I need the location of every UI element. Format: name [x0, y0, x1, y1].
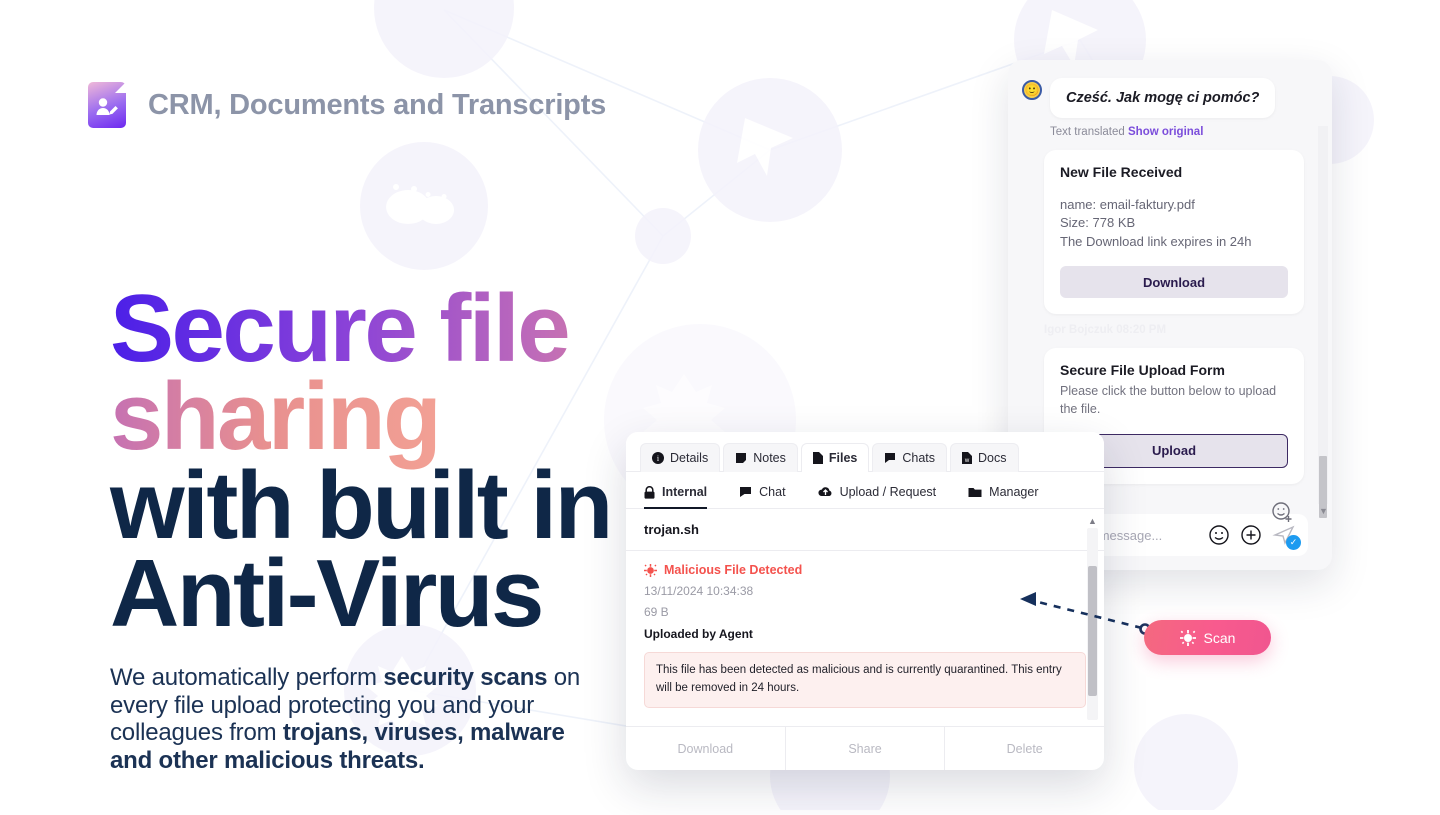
subhead-text-1: We automatically perform — [110, 664, 384, 692]
download-action[interactable]: Download — [626, 727, 785, 770]
dashed-connector-arrow — [990, 575, 1170, 660]
tab-files-label: Files — [828, 451, 858, 465]
file-card-expiry: The Download link expires in 24h — [1060, 233, 1252, 249]
tab-chats-label: Chats — [902, 451, 936, 465]
file-name: trojan.sh — [626, 509, 1104, 551]
tab-chats[interactable]: Chats — [872, 443, 948, 472]
virus-icon — [1179, 629, 1196, 646]
file-received-card: New File Received name: email-faktury.pd… — [1044, 150, 1304, 315]
translation-notice: Text translated Show original — [1050, 126, 1318, 138]
check-badge-icon: ✓ — [1286, 535, 1301, 550]
headline-line-1: Secure file sharing — [110, 275, 571, 471]
scan-button[interactable]: Scan — [1144, 620, 1271, 655]
plus-circle-icon[interactable] — [1240, 524, 1262, 546]
smiley-avatar-icon: 🙂 — [1022, 80, 1042, 100]
document-person-edit-icon — [88, 82, 126, 128]
svg-text:w: w — [964, 458, 970, 464]
upload-card-title: Secure File Upload Form — [1060, 362, 1225, 379]
brand-row: CRM, Documents and Transcripts — [88, 82, 606, 128]
subtab-chat[interactable]: Chat — [739, 485, 786, 508]
incoming-message-row: 🙂 Cześć. Jak mogę ci pomóc? — [1008, 78, 1318, 118]
tab-docs[interactable]: w Docs — [950, 443, 1019, 472]
chat-scrollbar-track[interactable] — [1318, 126, 1328, 504]
message-sender-timestamp: Igor Bojczuk 08:20 PM — [1044, 324, 1167, 337]
chat-scrollbar[interactable]: ▼ — [1318, 126, 1328, 518]
subtab-manager-label: Manager — [989, 485, 1039, 499]
tab-details-label: Details — [670, 451, 709, 465]
subhead-bold-1: security scans — [383, 664, 548, 692]
file-card-title: New File Received — [1060, 164, 1183, 180]
subtab-internal-label: Internal — [662, 485, 708, 499]
primary-tab-strip: i Details Notes Files Chats w Docs — [626, 432, 1104, 472]
secondary-tab-strip: Internal Chat Upload / Request Manager — [626, 472, 1104, 509]
delete-action[interactable]: Delete — [944, 727, 1104, 770]
tab-files[interactable]: Files — [800, 443, 870, 472]
quarantine-warning: This file has been detected as malicious… — [644, 652, 1086, 708]
hero-subheadline: We automatically perform security scans … — [110, 664, 610, 774]
file-card-name: name: email-faktury.pdf — [1060, 197, 1195, 212]
page-title: CRM, Documents and Transcripts — [148, 88, 607, 121]
show-original-link[interactable]: Show original — [1128, 126, 1203, 138]
translated-label: Text translated — [1050, 126, 1125, 138]
emoji-icon[interactable] — [1208, 524, 1230, 546]
status-label: Malicious File Detected — [664, 563, 803, 577]
add-reaction-icon[interactable] — [1270, 500, 1296, 526]
subtab-internal[interactable]: Internal — [644, 485, 708, 509]
download-button[interactable]: Download — [1060, 266, 1288, 299]
tab-docs-label: Docs — [978, 451, 1007, 465]
share-action[interactable]: Share — [784, 727, 945, 770]
tab-notes-label: Notes — [753, 451, 786, 465]
chevron-down-icon[interactable]: ▼ — [1319, 506, 1328, 516]
virus-icon — [644, 563, 657, 577]
tab-notes[interactable]: Notes — [723, 443, 798, 472]
scan-button-label: Scan — [1203, 629, 1236, 646]
incoming-message-bubble: Cześć. Jak mogę ci pomóc? — [1050, 78, 1276, 118]
send-button[interactable]: ✓ — [1272, 524, 1301, 550]
chevron-up-icon[interactable]: ▲ — [1087, 515, 1098, 527]
file-card-size: Size: 778 KB — [1060, 215, 1136, 231]
subtab-upload-request[interactable]: Upload / Request — [818, 485, 937, 508]
file-action-row: Download Share Delete — [626, 726, 1104, 770]
subtab-chat-label: Chat — [759, 485, 786, 499]
upload-card-body: Please click the button below to upload … — [1060, 384, 1277, 417]
tab-details[interactable]: i Details — [640, 443, 721, 472]
subtab-manager[interactable]: Manager — [968, 485, 1039, 508]
subtab-upload-request-label: Upload / Request — [839, 485, 937, 499]
